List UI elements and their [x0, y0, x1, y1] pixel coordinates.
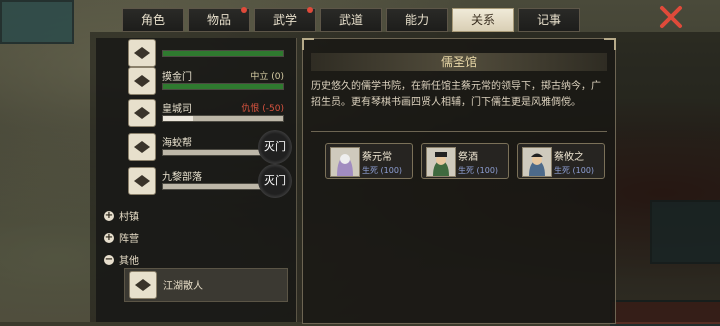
- tab-journal[interactable]: 记事: [518, 8, 580, 32]
- person-relation: 生死 (100): [458, 166, 499, 175]
- faction-item-huangchengsi[interactable]: 皇城司 仇恨 (-50): [128, 99, 290, 127]
- faction-item-haijiaobang[interactable]: 海蛟帮 灭门: [128, 130, 292, 164]
- tab-martial-arts[interactable]: 武学: [254, 7, 316, 32]
- group-camp[interactable]: + 阵营: [104, 230, 139, 245]
- person-relation: 生死 (100): [554, 166, 595, 175]
- faction-item[interactable]: [128, 39, 290, 67]
- panel-corner: [302, 38, 314, 50]
- person-name: 祭酒: [458, 152, 478, 163]
- faction-emblem-icon: [128, 39, 156, 67]
- relation-bar: [162, 50, 284, 57]
- faction-emblem-icon: [128, 67, 156, 95]
- faction-name: 九黎部落: [162, 172, 202, 183]
- person-relation: 生死 (100): [362, 166, 403, 175]
- person-card[interactable]: 蔡元常 生死 (100): [325, 143, 413, 179]
- person-name: 蔡攸之: [554, 152, 584, 163]
- faction-name: 摸金门: [162, 72, 192, 83]
- relation-bar: [162, 115, 284, 122]
- person-card[interactable]: 蔡攸之 生死 (100): [517, 143, 605, 179]
- avatar: [426, 147, 456, 177]
- group-village[interactable]: + 村镇: [104, 208, 139, 223]
- expand-icon: +: [104, 209, 114, 221]
- tab-items[interactable]: 物品: [188, 7, 250, 32]
- building-roof: [0, 0, 74, 44]
- tab-bar: 角色 物品 武学 武道 能力 关系 记事: [122, 7, 580, 32]
- person-card[interactable]: 祭酒 生死 (100): [421, 143, 509, 179]
- faction-name: 江湖散人: [163, 281, 203, 292]
- close-icon[interactable]: [658, 4, 684, 30]
- notification-dot: [307, 7, 313, 13]
- notification-dot: [241, 7, 247, 13]
- group-other[interactable]: − 其他: [104, 252, 139, 267]
- faction-emblem-icon: [128, 167, 156, 195]
- faction-name: 海蛟帮: [162, 138, 192, 149]
- person-name: 蔡元常: [362, 152, 392, 163]
- list-item-selected[interactable]: 江湖散人: [124, 268, 288, 302]
- collapse-icon: −: [104, 253, 114, 265]
- panel-corner: [604, 38, 616, 50]
- tab-relations[interactable]: 关系: [452, 8, 514, 32]
- detail-description: 历史悠久的儒学书院，在新任馆主蔡元常的领导下，掷古纳今，广招生员。更有琴棋书画四…: [311, 81, 601, 108]
- avatar: [522, 147, 552, 177]
- faction-status: 仇恨 (-50): [241, 104, 284, 114]
- faction-item-mojinmen[interactable]: 摸金门 中立 (0): [128, 67, 290, 95]
- divider: [311, 131, 607, 132]
- relation-bar: [162, 83, 284, 90]
- faction-item-jiuli[interactable]: 九黎部落 灭门: [128, 164, 292, 198]
- tab-martial-way[interactable]: 武道: [320, 8, 382, 32]
- faction-name: 皇城司: [162, 104, 192, 115]
- destroyed-stamp: 灭门: [258, 164, 292, 198]
- tab-abilities[interactable]: 能力: [386, 8, 448, 32]
- avatar: [330, 147, 360, 177]
- faction-emblem-icon: [129, 271, 157, 299]
- expand-icon: +: [104, 231, 114, 243]
- faction-emblem-icon: [128, 133, 156, 161]
- faction-status: 中立 (0): [250, 72, 284, 82]
- detail-title: 儒圣馆: [311, 53, 607, 71]
- tab-character[interactable]: 角色: [122, 8, 184, 32]
- destroyed-stamp: 灭门: [258, 130, 292, 164]
- faction-emblem-icon: [128, 99, 156, 127]
- faction-list-panel[interactable]: 摸金门 中立 (0) 皇城司 仇恨 (-50) 海蛟帮 灭门 九黎部落 灭门 +…: [96, 38, 297, 322]
- faction-detail-panel: 儒圣馆 历史悠久的儒学书院，在新任馆主蔡元常的领导下，掷古纳今，广招生员。更有琴…: [302, 38, 616, 324]
